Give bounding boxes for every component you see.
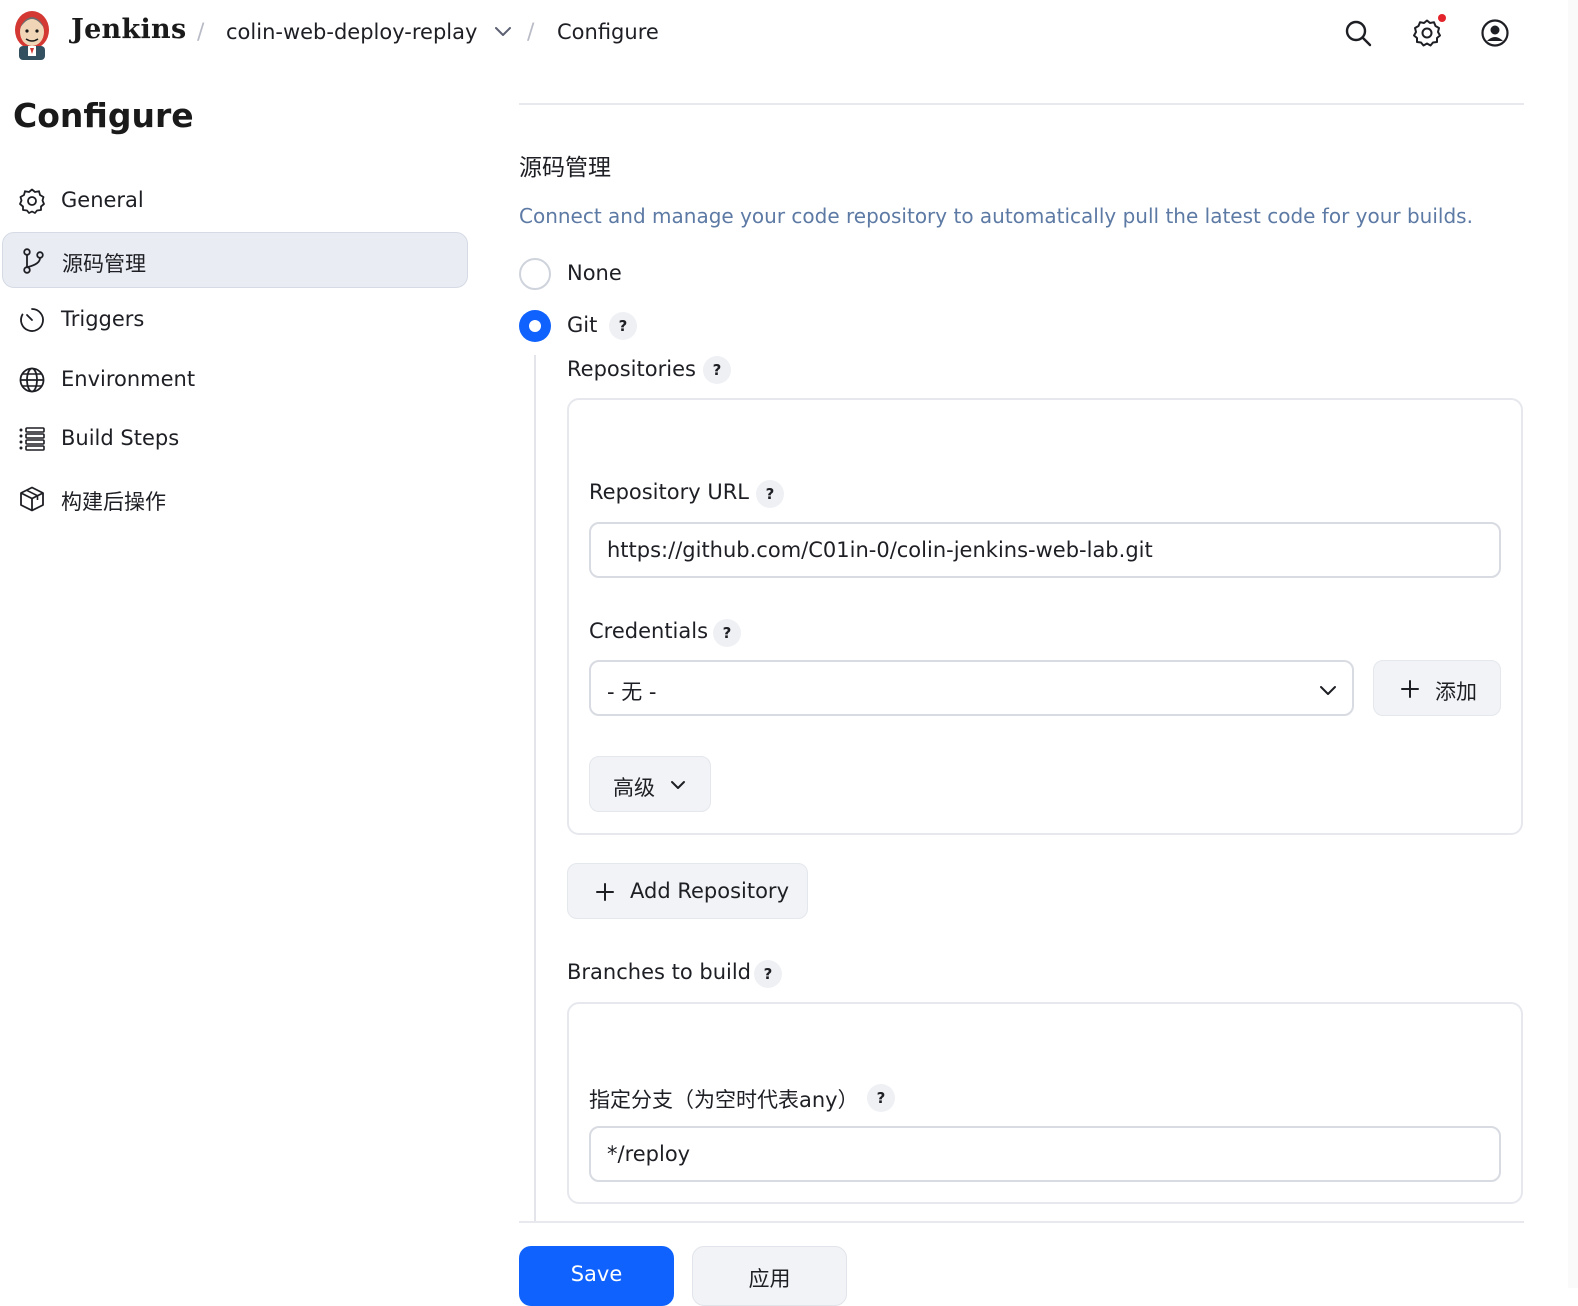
plus-icon (1401, 680, 1419, 698)
help-icon[interactable]: ? (756, 480, 784, 508)
list-icon (19, 427, 45, 451)
breadcrumb-job[interactable]: colin-web-deploy-replay (226, 20, 477, 44)
sidebar-item-scm[interactable]: 源码管理 (2, 232, 468, 288)
breadcrumb-configure[interactable]: Configure (557, 20, 659, 44)
breadcrumb-separator: / (527, 20, 535, 45)
branch-specifier-label: 指定分支（为空时代表any） (589, 1088, 859, 1112)
branches-label: Branches to build (567, 960, 752, 984)
add-credentials-button[interactable]: 添加 (1373, 660, 1501, 716)
footer-divider (519, 1221, 1524, 1223)
branch-specifier-input[interactable] (589, 1126, 1501, 1182)
top-header: Jenkins / colin-web-deploy-replay / Conf… (0, 0, 1578, 70)
repository-url-label: Repository URL (589, 480, 750, 504)
credentials-label: Credentials (589, 619, 709, 643)
sidebar-item-label: Environment (61, 367, 196, 391)
package-icon (20, 486, 44, 512)
chevron-down-icon (1320, 686, 1336, 695)
chevron-down-icon[interactable] (493, 25, 513, 39)
radio-none[interactable] (519, 258, 551, 290)
section-divider (519, 103, 1524, 105)
advanced-button[interactable]: 高级 (589, 756, 711, 812)
sidebar-item-general[interactable]: General (2, 173, 468, 229)
apply-button[interactable]: 应用 (692, 1246, 847, 1306)
globe-icon (19, 367, 45, 393)
help-icon[interactable]: ? (754, 960, 782, 988)
jenkins-logo-icon[interactable] (10, 6, 54, 62)
chevron-down-icon (671, 781, 685, 789)
sidebar-item-label: Triggers (61, 307, 145, 331)
apply-label: 应用 (748, 1267, 791, 1291)
clock-icon (20, 308, 44, 332)
user-icon[interactable] (1480, 18, 1510, 48)
page-title: Configure (13, 96, 194, 135)
sidebar-item-build-steps[interactable]: Build Steps (2, 411, 468, 467)
sidebar-item-label: 源码管理 (62, 252, 146, 276)
scrollbar[interactable] (1568, 0, 1578, 1288)
repositories-label: Repositories (567, 357, 696, 381)
sidebar-item-environment[interactable]: Environment (2, 352, 468, 408)
sidebar-item-post-build[interactable]: 构建后操作 (2, 471, 468, 527)
section-description: Connect and manage your code repository … (519, 204, 1473, 228)
git-branch-icon (23, 248, 44, 274)
credentials-selected-value: - 无 - (607, 680, 657, 704)
gear-icon[interactable] (1412, 18, 1442, 48)
git-options-indent-line (534, 355, 536, 1221)
sidebar-item-triggers[interactable]: Triggers (2, 292, 468, 348)
add-repository-label: Add Repository (630, 879, 789, 903)
repository-url-input[interactable] (589, 522, 1501, 578)
notification-dot (1438, 14, 1446, 22)
help-icon[interactable]: ? (867, 1084, 895, 1112)
advanced-label: 高级 (613, 776, 655, 800)
save-button[interactable]: Save (519, 1246, 674, 1306)
help-icon[interactable]: ? (609, 312, 637, 340)
gear-icon (19, 188, 45, 214)
sidebar-item-label: General (61, 188, 144, 212)
section-title: 源码管理 (519, 155, 611, 181)
add-repository-button[interactable]: Add Repository (567, 863, 808, 919)
help-icon[interactable]: ? (713, 619, 741, 647)
plus-icon (596, 883, 614, 901)
breadcrumb-separator: / (197, 20, 205, 45)
add-credentials-label: 添加 (1435, 680, 1477, 704)
search-icon[interactable] (1343, 18, 1373, 48)
credentials-select[interactable]: - 无 - (589, 660, 1354, 716)
radio-git-label[interactable]: Git (567, 313, 597, 337)
save-label: Save (570, 1262, 623, 1286)
sidebar-item-label: Build Steps (61, 426, 180, 450)
sidebar-item-label: 构建后操作 (61, 490, 166, 514)
jenkins-brand[interactable]: Jenkins (71, 14, 186, 45)
radio-git[interactable] (519, 310, 551, 342)
help-icon[interactable]: ? (703, 356, 731, 384)
radio-none-label[interactable]: None (567, 261, 622, 285)
